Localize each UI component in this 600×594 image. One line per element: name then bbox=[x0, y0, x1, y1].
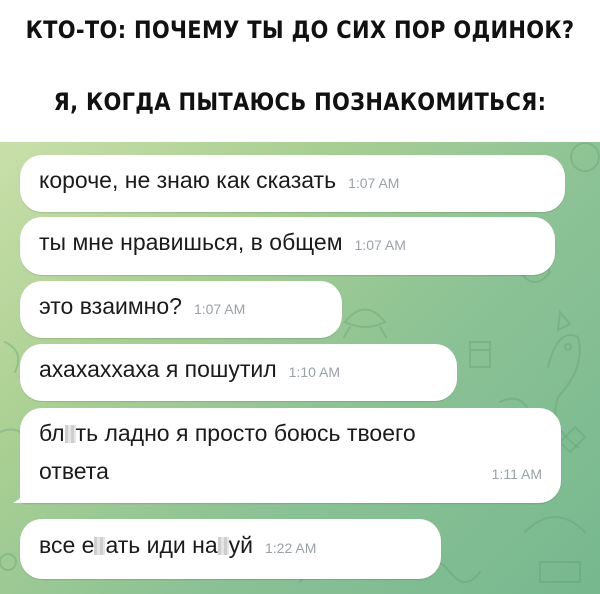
censored-blur bbox=[94, 537, 106, 555]
message-time: 1:07 AM bbox=[354, 237, 406, 253]
caption-line-2: Я, КОГДА ПЫТАЮСЬ ПОЗНАКОМИТЬСЯ: bbox=[53, 88, 547, 116]
message-time: 1:10 AM bbox=[288, 364, 341, 380]
message-time: 1:11 AM bbox=[491, 466, 542, 482]
message-text-line-1: бл ть ладно я просто боюсь твоего bbox=[39, 420, 416, 446]
message-time: 1:22 AM bbox=[265, 540, 317, 556]
message-bubble-5[interactable]: бл ть ладно я просто боюсь твоего ответа … bbox=[20, 408, 561, 503]
message-text-line-2: ответа bbox=[39, 458, 109, 484]
censored-blur bbox=[64, 425, 76, 443]
message-text: ты мне нравишься, в общем bbox=[39, 229, 343, 255]
message-time: 1:07 AM bbox=[348, 175, 400, 191]
message-bubble-2[interactable]: ты мне нравишься, в общем 1:07 AM bbox=[20, 217, 555, 275]
message-bubble-6[interactable]: все е ать иди на уй 1:22 AM bbox=[20, 519, 441, 579]
message-text: ахахаххаха я пошутил bbox=[39, 356, 277, 382]
message-text: короче, не знаю как сказать bbox=[39, 167, 337, 193]
message-time: 1:07 AM bbox=[193, 301, 246, 317]
censored-blur bbox=[217, 537, 229, 555]
chat-area: короче, не знаю как сказать 1:07 AM ты м… bbox=[0, 142, 600, 594]
message-bubble-4[interactable]: ахахаххаха я пошутил 1:10 AM bbox=[20, 344, 457, 401]
message-bubble-3[interactable]: это взаимно? 1:07 AM bbox=[20, 281, 342, 338]
message-text: все е ать иди на уй bbox=[39, 532, 253, 558]
message-bubble-1[interactable]: короче, не знаю как сказать 1:07 AM bbox=[20, 155, 565, 212]
message-text: это взаимно? bbox=[39, 293, 182, 319]
caption-line-1: КТО-ТО: ПОЧЕМУ ТЫ ДО СИХ ПОР ОДИНОК? bbox=[25, 16, 575, 44]
